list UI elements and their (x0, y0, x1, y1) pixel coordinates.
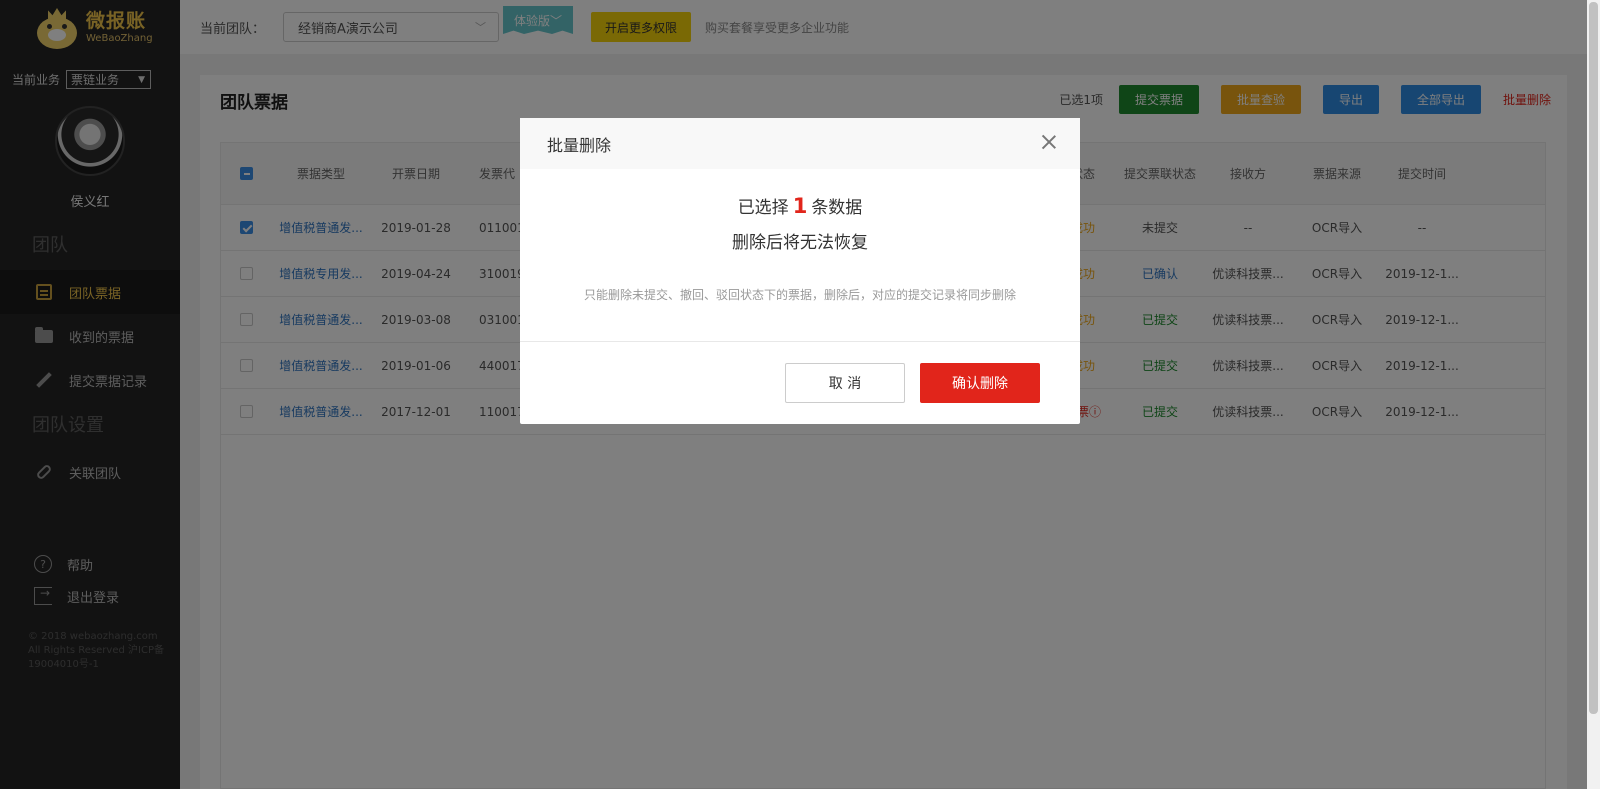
dialog-note: 只能删除未提交、撤回、驳回状态下的票据，删除后，对应的提交记录将同步删除 (583, 288, 1016, 302)
dialog-title: 批量删除 (547, 135, 612, 155)
batch-delete-dialog: 批量删除 已选择 1 条数据 删除后将无法恢复 只能删除未提交、撤回、驳回状态下的票… (520, 118, 1080, 424)
dialog-warning: 删除后将无法恢复 (732, 233, 868, 253)
scrollbar-thumb[interactable] (1589, 2, 1598, 714)
dialog-message: 已选择 1 条数据 (520, 169, 1080, 218)
dialog-message-prefix: 已选择 (737, 198, 789, 218)
confirm-delete-button[interactable]: 确认删除 (920, 363, 1040, 403)
dialog-body: 已选择 1 条数据 删除后将无法恢复 只能删除未提交、撤回、驳回状态下的票据，删除后… (520, 169, 1080, 342)
dialog-header: 批量删除 (520, 118, 1080, 169)
dialog-message-suffix: 条数据 (811, 198, 863, 218)
cancel-button[interactable]: 取 消 (785, 363, 905, 403)
dialog-footer: 取 消 确认删除 (520, 342, 1080, 403)
close-icon[interactable] (1040, 133, 1058, 151)
selected-number: 1 (792, 194, 808, 218)
scrollbar[interactable] (1587, 0, 1600, 789)
